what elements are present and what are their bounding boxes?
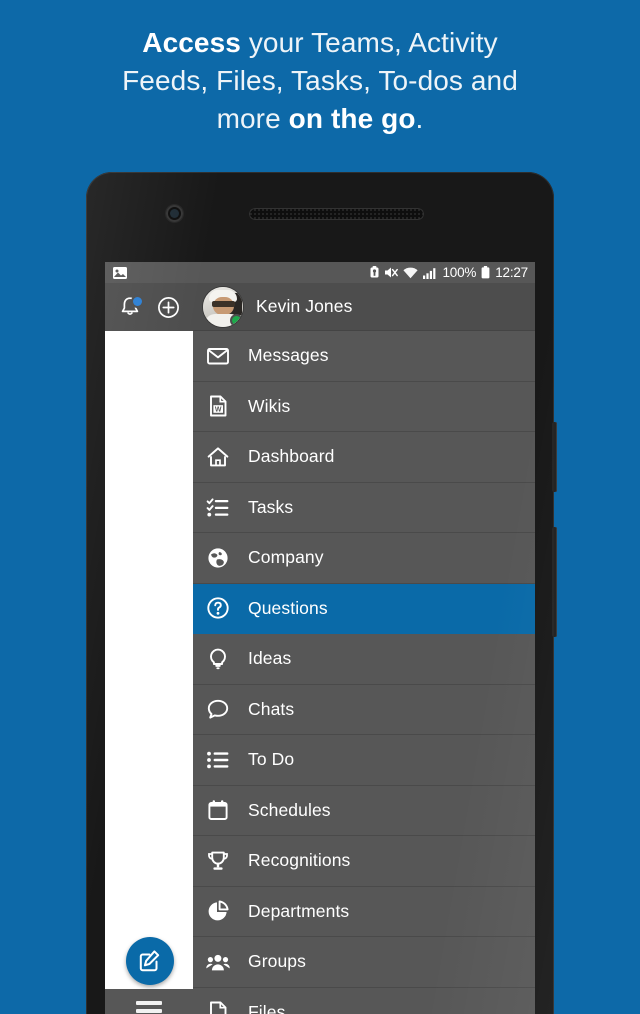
- menu-item-recognitions[interactable]: Recognitions: [193, 836, 535, 887]
- menu-item-label: Questions: [248, 597, 328, 618]
- notification-dot: [132, 297, 142, 306]
- menu-item-label: To Do: [248, 749, 295, 770]
- compose-button[interactable]: [126, 937, 174, 985]
- question-circle-icon: [204, 594, 232, 622]
- menu-item-label: Groups: [248, 951, 306, 972]
- phone-screen: 100% 12:27 Kevin Jones Messages W Wikis …: [105, 262, 535, 1014]
- menu-item-wikis[interactable]: W Wikis: [193, 381, 535, 432]
- menu-item-label: Wikis: [248, 395, 291, 416]
- word-document-icon: W: [204, 392, 232, 420]
- menu-item-questions[interactable]: Questions: [193, 583, 535, 634]
- menu-item-label: Schedules: [248, 799, 331, 820]
- headline-line-1: Access your Teams, Activity: [0, 24, 640, 62]
- menu-item-label: Tasks: [248, 496, 294, 517]
- hamburger-icon: [136, 1000, 162, 1014]
- headline-line-3: more on the go.: [0, 100, 640, 138]
- menu-item-label: Dashboard: [248, 446, 335, 467]
- menu-item-schedules[interactable]: Schedules: [193, 785, 535, 836]
- more-button[interactable]: More: [105, 989, 193, 1014]
- calendar-icon: [204, 796, 232, 824]
- headline-line-3-rest: more: [216, 103, 289, 134]
- headline-line-3-end: .: [415, 103, 424, 134]
- volume-button[interactable]: [552, 422, 557, 492]
- volume-mute-icon: [384, 266, 399, 279]
- phone-device-frame: 100% 12:27 Kevin Jones Messages W Wikis …: [86, 172, 557, 1014]
- image-icon: [113, 266, 127, 279]
- menu-item-label: Chats: [248, 698, 295, 719]
- speech-bubble-icon: [204, 695, 232, 723]
- svg-text:W: W: [215, 407, 222, 414]
- plus-circle-icon[interactable]: [157, 296, 180, 319]
- front-camera: [166, 205, 183, 222]
- pie-chart-icon: [204, 897, 232, 925]
- app-body: More Kevin Jones: [105, 283, 535, 1014]
- menu-item-to-do[interactable]: To Do: [193, 735, 535, 786]
- cellular-signal-icon: [423, 267, 437, 279]
- menu-item-label: Files: [248, 1001, 286, 1014]
- avatar[interactable]: [203, 286, 243, 327]
- menu-item-chats[interactable]: Chats: [193, 684, 535, 735]
- globe-icon: [204, 544, 232, 572]
- checklist-icon: [204, 493, 232, 521]
- lightbulb-icon: [204, 645, 232, 673]
- headline-line-1-rest: your Teams, Activity: [240, 27, 498, 58]
- menu-item-tasks[interactable]: Tasks: [193, 482, 535, 533]
- user-name-label: Kevin Jones: [256, 296, 353, 316]
- battery-full-icon: [481, 266, 490, 279]
- online-status-badge: [230, 313, 243, 327]
- menu-item-label: Company: [248, 547, 324, 568]
- menu-item-ideas[interactable]: Ideas: [193, 634, 535, 685]
- menu-item-label: Ideas: [248, 648, 292, 669]
- menu-item-label: Departments: [248, 900, 350, 921]
- rail-toolbar: [105, 283, 193, 331]
- envelope-icon: [204, 342, 232, 370]
- headline-bold-onthego: on the go: [288, 103, 416, 134]
- bell-icon[interactable]: [119, 295, 142, 319]
- people-icon: [204, 948, 232, 976]
- headline-bold-access: Access: [142, 27, 241, 58]
- headline-line-2: Feeds, Files, Tasks, To-dos and: [122, 65, 518, 96]
- menu-item-messages[interactable]: Messages: [193, 331, 535, 382]
- menu-item-files[interactable]: Files: [193, 987, 535, 1014]
- left-rail: More: [105, 283, 193, 1014]
- earpiece-speaker: [249, 208, 424, 220]
- status-bar: 100% 12:27: [105, 262, 535, 283]
- menu-item-label: Recognitions: [248, 850, 351, 871]
- wifi-icon: [403, 267, 419, 279]
- battery-percent-label: 100%: [442, 265, 477, 280]
- home-icon: [204, 443, 232, 471]
- file-icon: [204, 998, 232, 1014]
- compose-icon: [137, 948, 163, 974]
- menu-item-company[interactable]: Company: [193, 533, 535, 584]
- drawer-menu-list: Messages W Wikis Dashboard Tasks Company…: [193, 331, 535, 1014]
- menu-item-departments[interactable]: Departments: [193, 886, 535, 937]
- drawer-profile-header[interactable]: Kevin Jones: [193, 283, 535, 331]
- status-bar-right: 100% 12:27: [370, 266, 528, 279]
- clock-label: 12:27: [495, 265, 528, 280]
- power-button[interactable]: [552, 527, 557, 637]
- list-icon: [204, 746, 232, 774]
- navigation-drawer: Kevin Jones Messages W Wikis Dashboard T…: [193, 283, 535, 1014]
- menu-item-dashboard[interactable]: Dashboard: [193, 432, 535, 483]
- page-title: Access your Teams, Activity Feeds, Files…: [0, 24, 640, 138]
- menu-item-label: Messages: [248, 345, 329, 366]
- trophy-icon: [204, 847, 232, 875]
- usb-debug-icon: [370, 266, 379, 279]
- menu-item-groups[interactable]: Groups: [193, 937, 535, 988]
